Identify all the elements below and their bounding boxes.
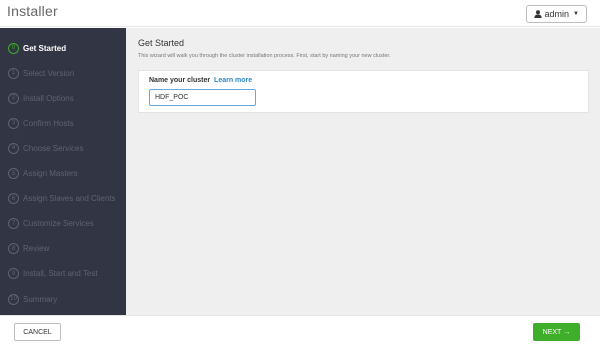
step-label: Get Started — [23, 43, 67, 53]
cluster-name-label-text: Name your cluster — [149, 77, 211, 84]
step-number-circle: 1 — [8, 67, 19, 79]
page-title: Get Started — [138, 38, 185, 48]
sidebar-step[interactable]: 9 Install, Start and Test — [0, 263, 126, 285]
top-bar: Installer admin ▼ — [0, 0, 600, 27]
step-number-circle: 5 — [8, 168, 19, 179]
caret-down-icon: ▼ — [573, 11, 579, 17]
sidebar-step[interactable]: 5 Assign Masters — [0, 163, 126, 185]
step-label: Assign Masters — [23, 169, 78, 178]
step-label: Select Version — [23, 68, 75, 78]
step-number-circle: 6 — [8, 193, 19, 205]
user-name: admin — [544, 9, 570, 19]
step-label: Customize Services — [23, 219, 94, 229]
step-label: Review — [23, 244, 50, 254]
user-icon — [533, 10, 542, 18]
step-number-circle: 4 — [8, 142, 19, 154]
arrow-right-icon: → — [563, 328, 571, 336]
step-label: Confirm Hosts — [23, 118, 74, 128]
sidebar-step[interactable]: 8 Review — [0, 238, 126, 260]
sidebar-step[interactable]: 3 Confirm Hosts — [0, 112, 126, 134]
step-number-circle: 7 — [8, 218, 19, 230]
main-content: Get Started This wizard will walk you th… — [126, 28, 600, 315]
step-number-circle: 9 — [8, 268, 19, 280]
sidebar-step[interactable]: 0 Get Started — [0, 37, 126, 59]
sidebar-step[interactable]: 4 Choose Services — [0, 137, 126, 159]
footer: CANCEL NEXT → — [0, 315, 600, 348]
step-number-circle: 0 — [8, 42, 19, 54]
step-number-circle: 8 — [8, 243, 19, 255]
step-label: Choose Services — [23, 143, 84, 153]
wizard-steps-sidebar: 0 Get Started 1 Select Version 2 Install Opti… — [0, 28, 126, 315]
sidebar-step[interactable]: 1 Select Version — [0, 62, 126, 84]
app-title: Installer — [7, 3, 58, 19]
step-number-circle: 2 — [8, 92, 19, 104]
next-label: NEXT — [542, 328, 562, 336]
cluster-name-input[interactable] — [149, 89, 256, 106]
next-button[interactable]: NEXT → — [533, 323, 580, 341]
step-label: Install, Start and Test — [23, 269, 98, 279]
sidebar-step[interactable]: 7 Customize Services — [0, 213, 126, 235]
step-number-circle: 10 — [8, 293, 19, 305]
step-number-circle: 3 — [8, 117, 19, 129]
cluster-name-card: Name your cluster Learn more — [138, 70, 589, 113]
sidebar-step[interactable]: 2 Install Options — [0, 87, 126, 109]
page-description: This wizard will walk you through the cl… — [138, 53, 391, 59]
learn-more-link[interactable]: Learn more — [214, 77, 252, 84]
step-label: Summary — [23, 294, 58, 304]
step-label: Install Options — [23, 93, 74, 103]
sidebar-step[interactable]: 6 Assign Slaves and Clients — [0, 188, 126, 210]
step-label: Assign Slaves and Clients — [23, 194, 116, 204]
sidebar-step[interactable]: 10 Summary — [0, 288, 126, 310]
cancel-button[interactable]: CANCEL — [14, 323, 61, 341]
user-menu-button[interactable]: admin ▼ — [525, 5, 587, 23]
cluster-name-label: Name your cluster Learn more — [149, 77, 252, 84]
